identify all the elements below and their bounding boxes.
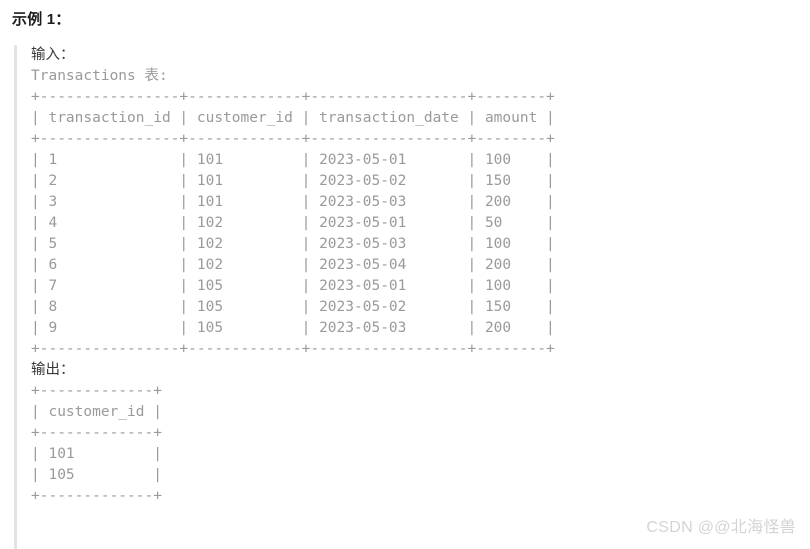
input-table-caption: Transactions 表: [31,68,168,84]
output-table: +-------------+ | customer_id | +-------… [31,383,162,504]
example-blockquote: 输入： Transactions 表: +----------------+--… [14,45,804,549]
page-root: 示例 1： 输入： Transactions 表: +-------------… [0,0,810,549]
blockquote-content: 输入： Transactions 表: +----------------+--… [31,45,791,507]
csdn-watermark: CSDN @@北海怪兽 [646,519,796,536]
page-title: 示例 1： [12,11,71,28]
transactions-table: +----------------+-------------+--------… [31,89,555,357]
output-label: 输出： [31,362,75,378]
input-label: 输入： [31,47,75,63]
